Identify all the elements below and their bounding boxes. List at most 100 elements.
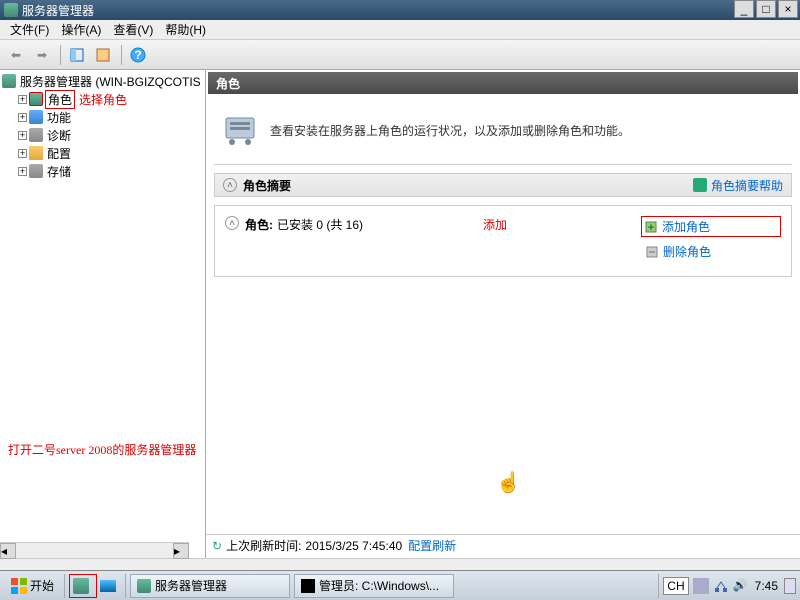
divider (214, 164, 792, 165)
expand-icon[interactable]: + (18, 167, 27, 176)
menu-view[interactable]: 查看(V) (107, 19, 159, 40)
toolbar: ⬅ ➡ ? (0, 40, 800, 70)
menu-help[interactable]: 帮助(H) (159, 19, 212, 40)
tray-network-icon[interactable] (713, 578, 729, 594)
tree-roles[interactable]: + 角色 选择角色 (18, 90, 203, 108)
window-controls: _ □ × (732, 0, 798, 18)
storage-icon (29, 164, 43, 178)
taskbar-separator (64, 574, 65, 598)
svg-text:?: ? (134, 48, 141, 62)
svg-text:−: − (648, 245, 655, 259)
window-title: 服务器管理器 (22, 2, 94, 19)
tree-root-label: 服务器管理器 (WIN-BGIZQCOTIS (18, 73, 203, 90)
toolbar-separator (121, 45, 122, 65)
roles-content: ˄ 角色: 已安装 0 (共 16) 添加 + 添加角色 − 删除角色 (214, 205, 792, 277)
expand-icon[interactable]: + (18, 95, 27, 104)
section-title: 角色 (216, 75, 240, 92)
refresh-config-link[interactable]: 配置刷新 (408, 537, 456, 554)
expand-icon[interactable]: + (18, 149, 27, 158)
add-role-link[interactable]: + 添加角色 (641, 216, 781, 237)
language-indicator[interactable]: CH (663, 577, 688, 595)
quick-launch-server-manager[interactable] (71, 575, 93, 597)
features-icon (29, 110, 43, 124)
remove-role-link[interactable]: − 删除角色 (641, 241, 781, 262)
roles-summary-bar: ˄ 角色摘要 角色摘要帮助 (214, 173, 792, 197)
close-button[interactable]: × (778, 0, 798, 18)
minimize-button[interactable]: _ (734, 0, 754, 18)
server-icon (137, 579, 151, 593)
roles-actions: + 添加角色 − 删除角色 (641, 216, 781, 266)
start-label: 开始 (30, 577, 54, 594)
app-icon (4, 3, 18, 17)
description-text: 查看安装在服务器上角色的运行状况，以及添加或删除角色和功能。 (270, 122, 630, 139)
tray-volume-icon[interactable]: 🔊 (733, 578, 749, 594)
show-desktop-button[interactable] (784, 578, 796, 594)
tree-pane: 服务器管理器 (WIN-BGIZQCOTIS + 角色 选择角色 + 功能 + (0, 70, 206, 558)
scroll-right-arrow[interactable]: ▸ (173, 543, 189, 559)
roles-large-icon (222, 112, 258, 148)
section-header: 角色 (208, 72, 798, 94)
diagnostics-icon (29, 128, 43, 142)
expand-icon[interactable]: + (18, 131, 27, 140)
tree-config[interactable]: + 配置 (18, 144, 203, 162)
taskbar: 开始 服务器管理器 管理员: C:\Windows\... CH 🔊 7:45 (0, 570, 800, 600)
remove-icon: − (645, 245, 659, 259)
cmd-icon (301, 579, 315, 593)
tree-scrollbar-horizontal[interactable]: ◂ ▸ (0, 542, 189, 558)
description-box: 查看安装在服务器上角色的运行状况，以及添加或删除角色和功能。 (214, 104, 792, 156)
tree-storage[interactable]: + 存储 (18, 162, 203, 180)
refresh-label: 上次刷新时间: (226, 537, 301, 554)
annotation-add: 添加 (483, 216, 507, 233)
remove-role-label: 删除角色 (663, 243, 711, 260)
refresh-bar: ↻ 上次刷新时间: 2015/3/25 7:45:40 配置刷新 (206, 534, 800, 556)
add-icon: + (644, 220, 658, 234)
windows-logo-icon (10, 577, 28, 595)
start-button[interactable]: 开始 (4, 575, 60, 597)
quick-launch-desktop[interactable] (97, 575, 119, 597)
menu-file[interactable]: 文件(F) (4, 19, 55, 40)
tray-icon[interactable] (693, 578, 709, 594)
refresh-timestamp: 2015/3/25 7:45:40 (305, 539, 402, 553)
summary-title: 角色摘要 (243, 177, 291, 194)
roles-status: 已安装 0 (共 16) (277, 216, 363, 233)
menu-action[interactable]: 操作(A) (55, 19, 107, 40)
status-bar (0, 558, 800, 570)
forward-button[interactable]: ➡ (30, 43, 54, 67)
roles-label: 角色: (245, 216, 273, 233)
tree-config-label: 配置 (45, 145, 73, 162)
collapse-icon[interactable]: ˄ (225, 216, 239, 230)
help-button[interactable]: ? (126, 43, 150, 67)
main-split: 服务器管理器 (WIN-BGIZQCOTIS + 角色 选择角色 + 功能 + (0, 70, 800, 558)
show-hide-button[interactable] (65, 43, 89, 67)
summary-help-link[interactable]: 角色摘要帮助 (693, 177, 783, 194)
annotation-select-role: 选择角色 (79, 91, 127, 108)
taskbar-item-server-manager[interactable]: 服务器管理器 (130, 574, 290, 598)
task-label: 管理员: C:\Windows\... (319, 577, 439, 594)
task-label: 服务器管理器 (155, 577, 227, 594)
content-pane: 角色 查看安装在服务器上角色的运行状况，以及添加或删除角色和功能。 ˄ 角色摘要… (206, 70, 800, 558)
properties-button[interactable] (91, 43, 115, 67)
toolbar-separator (60, 45, 61, 65)
tree-roles-label: 角色 (45, 90, 75, 109)
window-titlebar: 服务器管理器 (0, 0, 800, 20)
collapse-icon[interactable]: ˄ (223, 178, 237, 192)
quick-launch-highlighted (69, 574, 97, 598)
tree-storage-label: 存储 (45, 163, 73, 180)
scroll-left-arrow[interactable]: ◂ (0, 543, 16, 559)
maximize-button[interactable]: □ (756, 0, 776, 18)
cursor-icon: ☝ (496, 470, 521, 495)
clock[interactable]: 7:45 (755, 579, 778, 593)
tree-root[interactable]: 服务器管理器 (WIN-BGIZQCOTIS (2, 72, 203, 90)
back-button[interactable]: ⬅ (4, 43, 28, 67)
roles-status-area: ˄ 角色: 已安装 0 (共 16) 添加 (225, 216, 641, 266)
server-icon (2, 74, 16, 88)
tree-features-label: 功能 (45, 109, 73, 126)
panel-icon (69, 47, 85, 63)
roles-icon (29, 92, 43, 106)
tree-diagnostics[interactable]: + 诊断 (18, 126, 203, 144)
taskbar-item-cmd[interactable]: 管理员: C:\Windows\... (294, 574, 454, 598)
expand-icon[interactable]: + (18, 113, 27, 122)
tree-features[interactable]: + 功能 (18, 108, 203, 126)
refresh-icon: ↻ (212, 539, 222, 553)
add-role-label: 添加角色 (662, 218, 710, 235)
